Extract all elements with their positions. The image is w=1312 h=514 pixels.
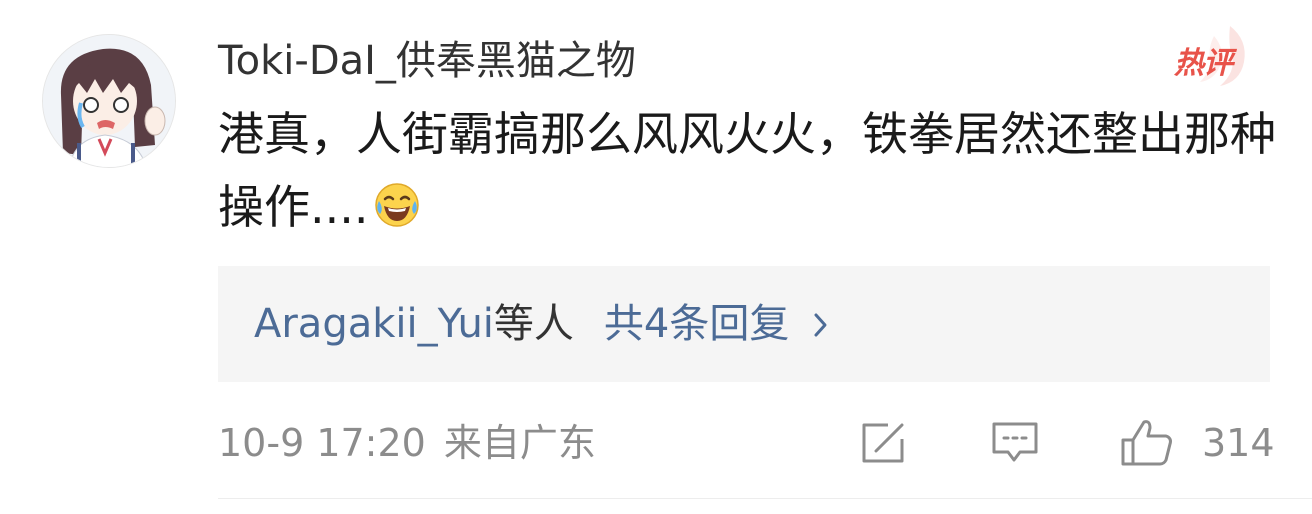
thumbs-up-icon	[1121, 420, 1172, 466]
comment-item: Toki-DaI_供奉黑猫之物 热评 港真，人街霸搞那么风风火火，铁拳居然还整出…	[0, 0, 1312, 514]
replies-preview[interactable]: Aragakii_Yui等人 共4条回复	[218, 266, 1270, 382]
chevron-right-icon	[814, 313, 827, 337]
share-edit-icon	[862, 423, 904, 463]
comment-icon	[992, 422, 1038, 462]
like-count: 314	[1202, 421, 1275, 465]
hot-badge-label: 热评	[1174, 46, 1233, 81]
anime-girl-avatar-icon	[43, 35, 175, 167]
comment-button[interactable]	[990, 418, 1040, 468]
divider	[218, 498, 1312, 499]
reply-username[interactable]: Aragakii_Yui	[254, 301, 494, 347]
reply-others-label: 等人	[493, 301, 574, 347]
like-button[interactable]: 314	[1120, 418, 1275, 468]
share-button[interactable]	[858, 418, 908, 468]
hot-comment-badge: 热评	[1170, 22, 1260, 90]
laughing-tears-emoji-icon	[374, 183, 419, 227]
username[interactable]: Toki-DaI_供奉黑猫之物	[218, 34, 636, 88]
reply-count-link[interactable]: 共4条回复	[604, 301, 789, 347]
timestamp: 10-9 17:20	[218, 421, 426, 465]
avatar[interactable]	[42, 34, 176, 168]
replies-summary[interactable]: Aragakii_Yui等人 共4条回复	[254, 296, 829, 352]
location: 来自广东	[443, 421, 596, 465]
comment-meta: 10-9 17:20 来自广东	[218, 418, 596, 468]
comment-body: 港真，人街霸搞那么风风火火，铁拳居然还整出那种操作....	[218, 98, 1278, 244]
